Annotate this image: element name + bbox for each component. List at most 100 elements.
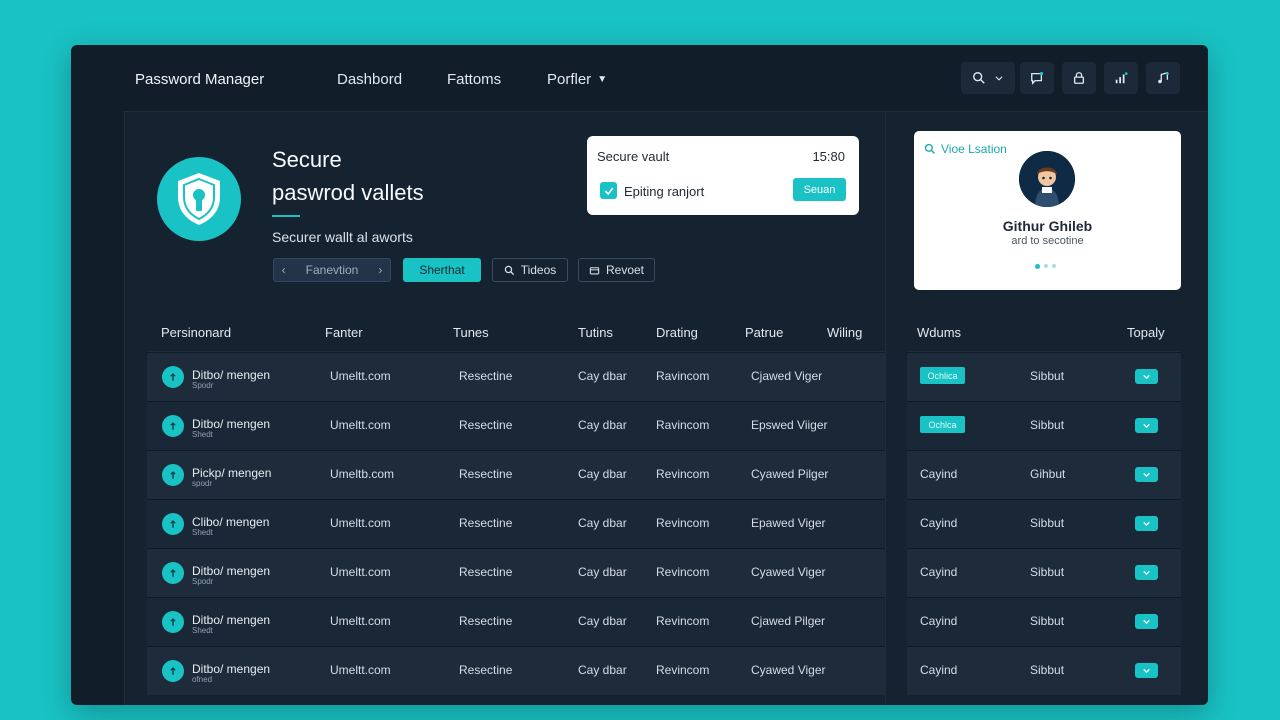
avatar [1019, 151, 1075, 207]
hero-subtitle: Securer wallt al aworts [272, 229, 413, 245]
expand-toggle[interactable] [1135, 369, 1158, 384]
cell-source: Sibbut [1030, 663, 1065, 677]
table-row[interactable]: Cayind Sibbut [907, 646, 1181, 695]
filter-button-label: Fanevtion [305, 263, 359, 277]
cell-type: Resectine [459, 516, 513, 530]
table-row[interactable]: Ditbo/ mengen Spodr Umeltt.com Resectine Cay… [147, 352, 885, 401]
table-row[interactable]: Ditbo/ mengen Shedt Umeltt.com Resectine Cay… [147, 401, 885, 450]
column-header[interactable]: Wiling [827, 325, 862, 340]
expand-toggle[interactable] [1135, 467, 1158, 482]
column-header[interactable]: Wdums [917, 325, 961, 340]
hero-divider [272, 215, 300, 217]
profile-subtitle: ard to secotine [1011, 235, 1084, 247]
table-body: Ditbo/ mengen Spodr Umeltt.com Resectine Cay… [147, 352, 885, 695]
carousel-dot[interactable] [1035, 264, 1040, 269]
cell-type: Resectine [459, 565, 513, 579]
chat-button[interactable] [1020, 62, 1054, 94]
cell-tutins: Cay dbar [578, 369, 627, 383]
nav-profiles-label: Porfler [547, 71, 592, 88]
music-button[interactable] [1146, 62, 1180, 94]
chevron-down-icon [1143, 374, 1150, 380]
cell-feature: Epawed Viger [751, 516, 826, 530]
cell-email: Umeltt.com [330, 369, 391, 383]
cell-status: Cayind [920, 467, 958, 481]
filter-button[interactable]: ‹ Fanevtion › [273, 258, 391, 282]
table-row[interactable]: Cayind Sibbut [907, 499, 1181, 548]
cell-type: Resectine [459, 369, 513, 383]
cell-feature: Cjawed Pilger [751, 614, 826, 628]
table-header: Wdums Topaly [907, 312, 1181, 352]
column-header[interactable]: Tutins [578, 325, 613, 340]
table-row[interactable]: Cayind Gihbut [907, 450, 1181, 499]
table-row[interactable]: Ditbo/ mengen ofned Umeltt.com Resectine Cay… [147, 646, 885, 695]
chevron-right-icon: › [378, 263, 383, 277]
expand-toggle[interactable] [1135, 663, 1158, 678]
table-row[interactable]: Pickp/ mengen spodr Umeltb.com Resectine Cay… [147, 450, 885, 499]
nav-fattoms[interactable]: Fattoms [447, 71, 501, 88]
key-icon [162, 366, 184, 388]
column-header[interactable]: Patrue [745, 325, 783, 340]
key-icon [162, 415, 184, 437]
cell-name: Ditbo/ mengen [192, 613, 271, 627]
search-button[interactable] [961, 62, 1015, 94]
cell-tutins: Cay dbar [578, 614, 627, 628]
hero-title-line1: Secure [272, 147, 342, 172]
cell-name-sub: ofned [192, 675, 213, 684]
carousel-dot[interactable] [1052, 264, 1056, 268]
signal-icon [1115, 72, 1128, 84]
cell-type: Resectine [459, 663, 513, 677]
carousel-dot[interactable] [1044, 264, 1048, 268]
cell-tutins: Cay dbar [578, 663, 627, 677]
cell-name: Clibo/ mengen [192, 515, 270, 529]
cell-name: Ditbo/ mengen [192, 564, 271, 578]
key-icon [162, 611, 184, 633]
column-header[interactable]: Persinonard [161, 325, 231, 340]
status-badge: Ochlica [920, 367, 965, 384]
table-row[interactable]: Ditbo/ mengen Spodr Umeltt.com Resectine Cay… [147, 548, 885, 597]
profile-search-link[interactable]: Vioe Lsation [924, 142, 1007, 156]
column-header[interactable]: Fanter [325, 325, 363, 340]
vault-action-button[interactable]: Seuan [793, 178, 846, 201]
expand-toggle[interactable] [1135, 516, 1158, 531]
vault-checkbox-label: Epiting ranjort [624, 184, 705, 199]
cell-status: Cayind [920, 516, 958, 530]
lock-button[interactable] [1062, 62, 1096, 94]
table-row[interactable]: Cayind Sibbut [907, 548, 1181, 597]
expand-toggle[interactable] [1135, 614, 1158, 629]
cell-name: Ditbo/ mengen [192, 368, 271, 382]
table-row[interactable]: Clibo/ mengen Shedt Umeltt.com Resectine Cay… [147, 499, 885, 548]
shield-badge [157, 157, 241, 241]
chevron-down-icon [995, 76, 1003, 81]
table-row[interactable]: Ochlca Sibbut [907, 401, 1181, 450]
avatar-illustration [1019, 151, 1075, 207]
nav-profiles[interactable]: Porfler ▼ [547, 71, 607, 88]
music-icon [1158, 71, 1169, 84]
expand-toggle[interactable] [1135, 565, 1158, 580]
chevron-down-icon [1143, 668, 1150, 674]
share-button[interactable]: Sherthat [403, 258, 481, 282]
cell-email: Umeltb.com [330, 467, 395, 481]
cell-name-sub: spodr [192, 479, 213, 488]
signal-button[interactable] [1104, 62, 1138, 94]
cell-email: Umeltt.com [330, 516, 391, 530]
column-header[interactable]: Drating [656, 325, 698, 340]
nav-dashboard[interactable]: Dashbord [337, 71, 402, 88]
table-row[interactable]: Ditbo/ mengen Shedt Umeltt.com Resectine Cay… [147, 597, 885, 646]
cell-rating: Revincom [656, 467, 710, 481]
vault-checkbox[interactable] [600, 182, 617, 199]
cell-email: Umeltt.com [330, 663, 391, 677]
app-title: Password Manager [135, 71, 265, 88]
table-body: Ochlica Sibbut Ochlca Sibbut Cayind Gihbut Cay… [907, 352, 1181, 695]
cell-tutins: Cay dbar [578, 516, 627, 530]
key-icon [162, 464, 184, 486]
table-row[interactable]: Cayind Sibbut [907, 597, 1181, 646]
column-header[interactable]: Tunes [453, 325, 489, 340]
column-header[interactable]: Topaly [1127, 325, 1165, 340]
revert-button[interactable]: Revoet [578, 258, 655, 282]
expand-toggle[interactable] [1135, 418, 1158, 433]
chevron-left-icon: ‹ [281, 263, 286, 277]
app-window: Password Manager Dashbord Fattoms Porfle… [71, 45, 1208, 705]
search-icon [973, 72, 985, 84]
table-row[interactable]: Ochlica Sibbut [907, 352, 1181, 401]
tideos-button[interactable]: Tideos [492, 258, 568, 282]
